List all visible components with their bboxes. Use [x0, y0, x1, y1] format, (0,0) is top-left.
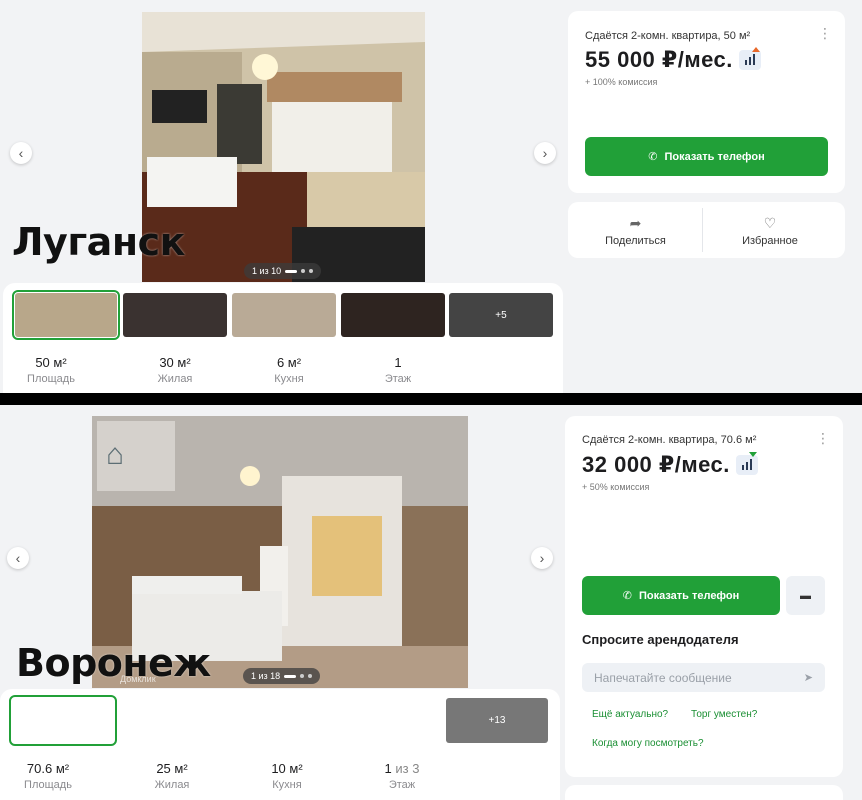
chat-icon[interactable]: ▬ — [786, 576, 825, 615]
photo-counter: 1 из 18 — [243, 668, 321, 684]
share-icon: ➦ — [629, 215, 642, 231]
more-menu-icon[interactable]: ⋮ — [818, 25, 832, 42]
heart-icon: ♡ — [763, 215, 777, 231]
photo-counter-text: 1 из 10 — [252, 266, 282, 276]
share-label: Поделиться — [605, 235, 666, 247]
stat-label: Площадь — [27, 373, 75, 385]
price-card: Сдаётся 2-комн. квартира, 50 м² ⋮ 55 000… — [568, 11, 845, 193]
message-input[interactable]: Напечатайте сообщение ➤ — [582, 663, 825, 692]
details-card: +5 50 м² Площадь 30 м² Жилая 6 м² Кухня … — [3, 283, 563, 393]
stat-area: 50 м² Площадь — [11, 355, 91, 385]
carousel-dot — [300, 674, 305, 678]
photo-gallery: ‹ › Луганск 1 из 10 +5 50 м² Площадь 30 … — [0, 0, 563, 393]
price: 32 000 ₽/мес. — [582, 452, 730, 477]
send-icon[interactable]: ➤ — [804, 671, 813, 684]
listing-panel-lugansk: ‹ › Луганск 1 из 10 +5 50 м² Площадь 30 … — [0, 0, 862, 393]
stat-value: 30 м² — [159, 355, 191, 370]
price-history-icon[interactable] — [735, 452, 758, 475]
carousel-indicator — [284, 674, 297, 678]
thumbnail[interactable] — [232, 293, 336, 337]
ask-landlord-title: Спросите арендодателя — [582, 632, 739, 647]
stat-floor: 1 из 3 Этаж — [362, 761, 442, 791]
favorite-button[interactable]: ♡ Избранное — [720, 215, 820, 247]
stat-value: 50 м² — [35, 355, 67, 370]
price-history-icon[interactable] — [738, 47, 761, 70]
quick-reply-chip[interactable]: Когда могу посмотреть? — [592, 738, 704, 749]
stat-floor: 1 Этаж — [358, 355, 438, 385]
show-phone-button[interactable]: ✆ Показать телефон — [585, 137, 828, 176]
chevron-left-icon[interactable]: ‹ — [10, 142, 32, 164]
stat-kitchen: 6 м² Кухня — [249, 355, 329, 385]
stat-label: Площадь — [24, 779, 72, 791]
more-menu-icon[interactable]: ⋮ — [816, 430, 830, 447]
favorite-label: Избранное — [742, 235, 798, 247]
phone-icon: ✆ — [648, 151, 658, 163]
carousel-dot — [309, 269, 314, 273]
stat-living: 25 м² Жилая — [132, 761, 212, 791]
price-row: 32 000 ₽/мес. — [582, 452, 758, 478]
domclick-logo-icon: ⌂ — [106, 438, 125, 471]
stat-area: 70.6 м² Площадь — [8, 761, 88, 791]
stat-value: 10 м² — [271, 761, 303, 776]
price-up-icon — [751, 47, 760, 52]
message-placeholder: Напечатайте сообщение — [594, 670, 732, 685]
divider — [702, 208, 703, 252]
stat-label: Этаж — [384, 373, 412, 385]
listing-subtitle: Сдаётся 2-комн. квартира, 70.6 м² — [582, 434, 757, 446]
stat-value: 25 м² — [156, 761, 188, 776]
phone-icon: ✆ — [622, 590, 632, 602]
stat-value: 1 из 3 — [362, 761, 442, 776]
chevron-right-icon[interactable]: › — [531, 547, 553, 569]
actions-card — [565, 785, 843, 800]
photo-gallery: ⌂ Домклик ‹ › Воронеж 1 из 18 +13 70.6 м… — [0, 405, 563, 800]
price-row: 55 000 ₽/мес. — [585, 47, 761, 73]
chevron-left-icon[interactable]: ‹ — [7, 547, 29, 569]
thumbnail[interactable] — [9, 695, 117, 746]
stat-value: 6 м² — [276, 355, 302, 370]
quick-reply-chip[interactable]: Торг уместен? — [691, 709, 757, 720]
price-down-icon — [748, 452, 757, 457]
details-card: +13 70.6 м² Площадь 25 м² Жилая 10 м² Ку… — [0, 689, 560, 800]
stat-label: Кухня — [272, 779, 302, 791]
thumbnail[interactable] — [12, 290, 120, 340]
carousel-dot — [308, 674, 313, 678]
chevron-right-icon[interactable]: › — [534, 142, 556, 164]
price-card: Сдаётся 2-комн. квартира, 70.6 м² ⋮ 32 0… — [565, 416, 843, 777]
stat-value: 70.6 м² — [26, 761, 70, 776]
thumbnail[interactable] — [341, 293, 445, 337]
city-label: Луганск — [12, 220, 185, 264]
panel-separator — [0, 393, 862, 405]
more-photos-thumbnail[interactable]: +13 — [446, 698, 548, 743]
actions-card: ➦ Поделиться ♡ Избранное — [568, 202, 845, 258]
stat-label: Кухня — [274, 373, 304, 385]
stat-label: Жилая — [157, 373, 193, 385]
show-phone-button[interactable]: ✆ Показать телефон — [582, 576, 780, 615]
carousel-indicator — [285, 269, 298, 273]
floor-value: 1 — [384, 761, 392, 776]
city-label: Воронеж — [16, 641, 211, 685]
stat-kitchen: 10 м² Кухня — [247, 761, 327, 791]
price: 55 000 ₽/мес. — [585, 47, 733, 72]
show-phone-label: Показать телефон — [638, 589, 740, 602]
listing-subtitle: Сдаётся 2-комн. квартира, 50 м² — [585, 30, 751, 42]
stat-label: Этаж — [388, 779, 416, 791]
carousel-dot — [301, 269, 306, 273]
listing-panel-voronezh: ⌂ Домклик ‹ › Воронеж 1 из 18 +13 70.6 м… — [0, 405, 862, 800]
photo-counter: 1 из 10 — [244, 263, 322, 279]
commission: + 50% комиссия — [582, 482, 650, 492]
stat-value: 1 — [394, 355, 402, 370]
quick-reply-chip[interactable]: Ещё актуально? — [592, 709, 668, 720]
floor-total: из 3 — [391, 761, 420, 776]
share-button[interactable]: ➦ Поделиться — [588, 215, 683, 247]
photo-counter-text: 1 из 18 — [251, 671, 281, 681]
stat-living: 30 м² Жилая — [135, 355, 215, 385]
thumbnail[interactable] — [123, 293, 227, 337]
more-photos-thumbnail[interactable]: +5 — [449, 293, 553, 337]
commission: + 100% комиссия — [585, 77, 658, 87]
show-phone-label: Показать телефон — [664, 150, 765, 163]
stat-label: Жилая — [154, 779, 190, 791]
